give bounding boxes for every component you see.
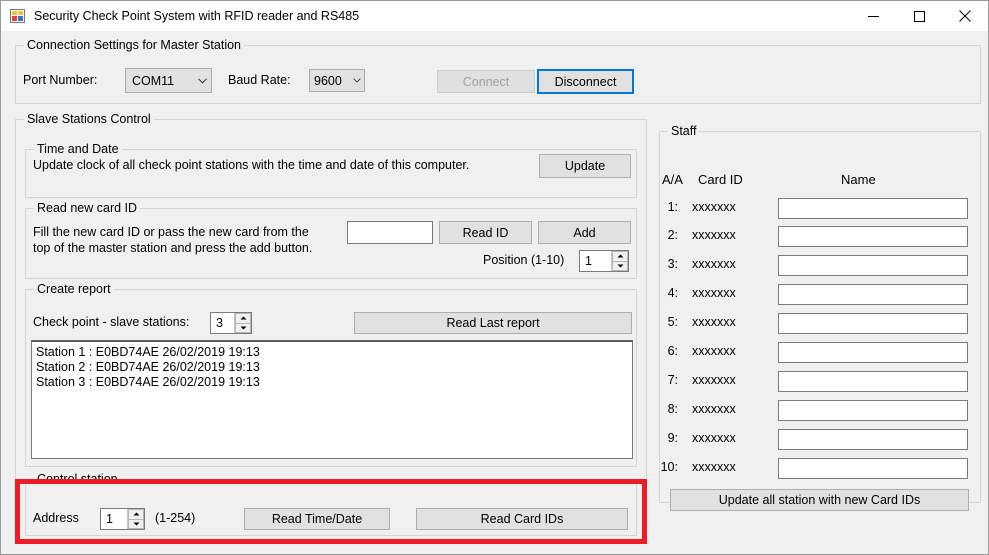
staff-name-input[interactable]	[778, 255, 968, 276]
maximize-icon[interactable]	[896, 1, 942, 31]
read-new-card-id-title: Read new card ID	[34, 201, 141, 215]
staff-row-card-id: xxxxxxx	[692, 460, 736, 474]
list-item[interactable]: Station 2 : E0BD74AE 26/02/2019 19:13	[36, 360, 632, 375]
address-stepper-buttons[interactable]	[127, 509, 144, 529]
address-stepper[interactable]: 1	[100, 508, 145, 530]
control-station-title: Control station	[34, 472, 121, 486]
staff-name-input[interactable]	[778, 198, 968, 219]
staff-title: Staff	[668, 124, 700, 138]
staff-row-index: 7:	[667, 373, 678, 387]
stepper-up-icon[interactable]	[612, 251, 628, 262]
staff-column-card-id: Card ID	[698, 172, 743, 187]
stepper-up-icon[interactable]	[128, 509, 144, 520]
chevron-down-icon	[194, 77, 211, 84]
stepper-down-icon[interactable]	[235, 323, 251, 333]
staff-row-index: 4:	[667, 286, 678, 300]
staff-row-index: 6:	[667, 344, 678, 358]
window-title: Security Check Point System with RFID re…	[34, 9, 360, 23]
staff-row-card-id: xxxxxxx	[692, 228, 736, 242]
report-listbox[interactable]: Station 1 : E0BD74AE 26/02/2019 19:13 St…	[31, 340, 633, 459]
application-window: Security Check Point System with RFID re…	[0, 0, 989, 555]
staff-row-index: 8:	[667, 402, 678, 416]
port-number-select[interactable]: COM11	[125, 68, 212, 93]
read-new-card-description-line1: Fill the new card ID or pass the new car…	[33, 225, 309, 239]
position-stepper-buttons[interactable]	[611, 251, 628, 271]
read-card-ids-button[interactable]: Read Card IDs	[416, 508, 628, 530]
staff-row-card-id: xxxxxxx	[692, 315, 736, 329]
staff-row-index: 9:	[667, 431, 678, 445]
time-and-date-description: Update clock of all check point stations…	[33, 158, 470, 172]
connect-button[interactable]: Connect	[437, 70, 535, 93]
staff-name-input[interactable]	[778, 458, 968, 479]
staff-row-index: 10:	[660, 460, 678, 474]
window-controls	[850, 1, 988, 31]
staff-column-name: Name	[841, 172, 876, 187]
address-label: Address	[33, 511, 79, 525]
staff-row-card-id: xxxxxxx	[692, 373, 736, 387]
check-point-stations-stepper-buttons[interactable]	[234, 313, 251, 333]
add-card-button[interactable]: Add	[538, 221, 631, 244]
staff-row-index: 5:	[667, 315, 678, 329]
stepper-down-icon[interactable]	[128, 519, 144, 529]
port-number-value: COM11	[132, 73, 175, 88]
read-last-report-button[interactable]: Read Last report	[354, 312, 632, 334]
check-point-stations-stepper[interactable]: 3	[210, 312, 252, 334]
baud-rate-value: 9600	[314, 73, 342, 88]
connection-settings-title: Connection Settings for Master Station	[24, 38, 245, 52]
staff-name-input[interactable]	[778, 313, 968, 334]
app-form-icon	[10, 8, 26, 24]
close-icon[interactable]	[942, 1, 988, 31]
port-number-label: Port Number:	[23, 73, 98, 87]
position-value: 1	[585, 254, 592, 268]
list-item[interactable]: Station 3 : E0BD74AE 26/02/2019 19:13	[36, 375, 632, 390]
baud-rate-label: Baud Rate:	[228, 73, 291, 87]
staff-row-card-id: xxxxxxx	[692, 286, 736, 300]
position-label: Position (1-10)	[483, 253, 565, 267]
read-new-card-description-line2: top of the master station and press the …	[33, 241, 313, 255]
disconnect-button[interactable]: Disconnect	[537, 69, 634, 94]
staff-row-card-id: xxxxxxx	[692, 344, 736, 358]
staff-row-card-id: xxxxxxx	[692, 200, 736, 214]
staff-row-index: 2:	[667, 228, 678, 242]
read-time-date-button[interactable]: Read Time/Date	[244, 508, 390, 530]
staff-name-input[interactable]	[778, 371, 968, 392]
staff-row-index: 1:	[667, 200, 678, 214]
address-value: 1	[106, 512, 113, 526]
staff-row-card-id: xxxxxxx	[692, 431, 736, 445]
staff-row-index: 3:	[667, 257, 678, 271]
staff-row-card-id: xxxxxxx	[692, 257, 736, 271]
check-point-stations-label: Check point - slave stations:	[33, 315, 190, 329]
check-point-stations-value: 3	[216, 316, 223, 330]
update-clock-button[interactable]: Update	[539, 154, 631, 178]
slave-stations-control-title: Slave Stations Control	[24, 112, 154, 126]
staff-row-card-id: xxxxxxx	[692, 402, 736, 416]
position-stepper[interactable]: 1	[579, 250, 629, 272]
staff-name-input[interactable]	[778, 400, 968, 421]
new-card-id-input[interactable]	[347, 221, 433, 244]
minimize-icon[interactable]	[850, 1, 896, 31]
address-range-label: (1-254)	[155, 511, 196, 525]
staff-name-input[interactable]	[778, 429, 968, 450]
staff-name-input[interactable]	[778, 284, 968, 305]
title-bar: Security Check Point System with RFID re…	[1, 1, 988, 31]
stepper-up-icon[interactable]	[235, 313, 251, 324]
chevron-down-icon	[350, 78, 364, 83]
list-item[interactable]: Station 1 : E0BD74AE 26/02/2019 19:13	[36, 345, 632, 360]
create-report-title: Create report	[34, 282, 114, 296]
update-all-stations-button[interactable]: Update all station with new Card IDs	[670, 489, 969, 511]
read-id-button[interactable]: Read ID	[439, 221, 532, 244]
baud-rate-select[interactable]: 9600	[309, 69, 365, 92]
time-and-date-title: Time and Date	[34, 142, 122, 156]
staff-name-input[interactable]	[778, 342, 968, 363]
staff-column-index: A/A	[662, 172, 683, 187]
staff-name-input[interactable]	[778, 226, 968, 247]
stepper-down-icon[interactable]	[612, 261, 628, 271]
